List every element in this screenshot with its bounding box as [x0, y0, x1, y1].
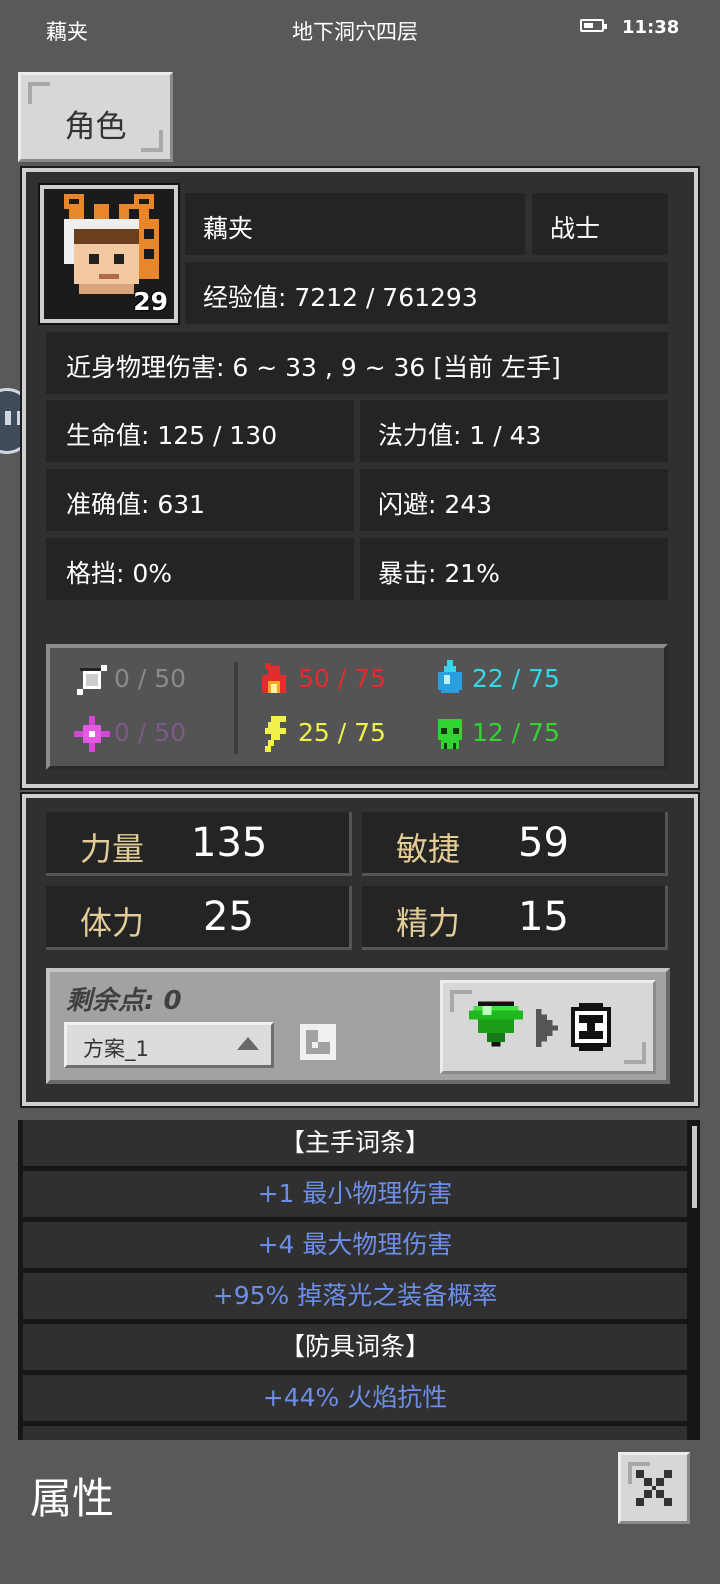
fire-icon [262, 663, 286, 693]
list-item: +1 最小物理伤害 [23, 1171, 687, 1217]
energy-label: 精力 [396, 904, 461, 942]
preset-dropdown[interactable]: 方案_1 [64, 1022, 274, 1068]
hp-cell: 生命值: 125 / 130 [46, 400, 354, 462]
melee-damage-cell: 近身物理伤害: 6 ~ 33 , 9 ~ 36 [当前 左手] [46, 332, 668, 394]
resistance-panel[interactable] [46, 644, 668, 770]
affix-list[interactable]: 【主手词条】 +1 最小物理伤害 +4 最大物理伤害 +95% 掉落光之装备概率… [18, 1120, 700, 1440]
dropdown-arrow-icon [237, 1037, 259, 1050]
close-button[interactable] [618, 1452, 690, 1524]
clock: 11:38 [622, 17, 680, 38]
fire-resistance: 50 / 75 [298, 664, 386, 693]
arcane-resistance: 0 / 50 [114, 718, 187, 747]
stamina-value: 25 [203, 894, 254, 940]
agility-value: 59 [518, 820, 569, 866]
crit-cell: 暴击: 21% [360, 538, 668, 600]
affix-text: +44% 火焰抗性 [262, 1383, 448, 1412]
stamina-stat: 体力 25 [46, 886, 352, 950]
gem-icon [469, 1001, 523, 1047]
energy-stat: 精力 15 [362, 886, 668, 950]
physical-resistance: 0 / 50 [114, 664, 187, 693]
affix-text: 【主手词条】 [279, 1128, 430, 1157]
character-level: 29 [133, 287, 168, 316]
block-cell: 格挡: 0% [46, 538, 354, 600]
arrow-right-icon [536, 1009, 558, 1047]
strength-label: 力量 [80, 830, 145, 868]
list-item: +44% 火焰抗性 [23, 1375, 687, 1421]
character-portrait[interactable]: 29 [38, 183, 180, 325]
skull-icon [438, 719, 462, 749]
battery-icon [580, 19, 607, 32]
tab-character-label: 角色 [64, 109, 127, 145]
shield-blade-icon [77, 665, 107, 695]
affix-text: +95% 掉落光之装备概率 [212, 1281, 498, 1310]
tab-character[interactable]: 角色 [18, 72, 173, 162]
agility-label: 敏捷 [396, 830, 461, 868]
lightning-resistance: 25 / 75 [298, 718, 386, 747]
name-cell: 藕夹 [185, 193, 525, 255]
list-item-partial [23, 1426, 687, 1440]
dodge-text: 闪避: 243 [378, 490, 493, 519]
crit-text: 暴击: 21% [378, 559, 500, 588]
mp-cell: 法力值: 1 / 43 [360, 400, 668, 462]
accuracy-text: 准确值: 631 [66, 490, 206, 519]
character-class: 战士 [550, 214, 601, 243]
lightning-icon [265, 716, 286, 752]
resistance-divider [234, 662, 238, 754]
energy-value: 15 [518, 894, 569, 940]
list-item: +95% 掉落光之装备概率 [23, 1273, 687, 1319]
close-icon [636, 1470, 672, 1506]
status-bar: 藕夹 地下洞穴四层 11:38 [0, 0, 720, 58]
strength-value: 135 [191, 820, 268, 866]
stamina-label: 体力 [80, 904, 145, 942]
page-title: 属性 [30, 1474, 115, 1523]
poison-resistance: 12 / 75 [472, 718, 560, 747]
class-cell: 战士 [532, 193, 668, 255]
remaining-points: 剩余点: 0 [66, 986, 182, 1016]
melee-damage-text: 近身物理伤害: 6 ~ 33 , 9 ~ 36 [当前 左手] [66, 353, 561, 382]
hp-text: 生命值: 125 / 130 [66, 421, 278, 450]
accuracy-cell: 准确值: 631 [46, 469, 354, 531]
strength-stat: 力量 135 [46, 812, 352, 876]
block-text: 格挡: 0% [66, 559, 173, 588]
experience-cell: 经验值: 7212 / 761293 [185, 262, 668, 324]
experience-text: 经验值: 7212 / 761293 [203, 283, 478, 312]
affix-list-scrollbar[interactable] [692, 1126, 697, 1208]
location-title: 地下洞穴四层 [292, 20, 418, 44]
affix-text: +1 最小物理伤害 [257, 1179, 453, 1208]
ice-resistance: 22 / 75 [472, 664, 560, 693]
list-item: 【主手词条】 [23, 1120, 687, 1166]
dodge-cell: 闪避: 243 [360, 469, 668, 531]
preset-value: 方案_1 [83, 1037, 149, 1061]
character-name: 藕夹 [203, 214, 254, 243]
affix-text: 【防具词条】 [279, 1332, 430, 1361]
reset-points-button[interactable] [440, 980, 656, 1074]
affix-text: +4 最大物理伤害 [257, 1230, 453, 1259]
list-item: +4 最大物理伤害 [23, 1222, 687, 1268]
list-item: 【防具词条】 [23, 1324, 687, 1370]
mp-text: 法力值: 1 / 43 [378, 421, 542, 450]
export-icon[interactable] [300, 1024, 336, 1060]
status-left-text: 藕夹 [46, 20, 88, 44]
agility-stat: 敏捷 59 [362, 812, 668, 876]
reset-swirl-icon [571, 1003, 611, 1051]
magic-star-icon [74, 716, 110, 752]
water-drop-icon [438, 660, 462, 693]
